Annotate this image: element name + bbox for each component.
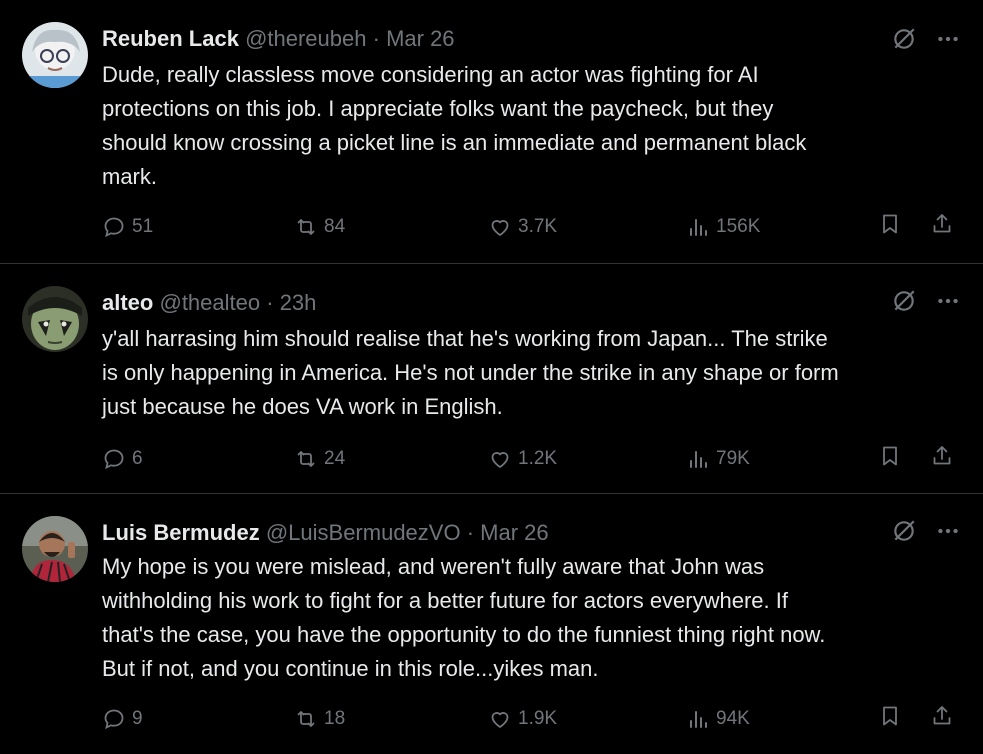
heart-icon — [491, 452, 509, 468]
more-icon[interactable] — [935, 288, 961, 314]
tweet-header: Reuben Lack @thereubeh · Mar 26 — [102, 24, 455, 54]
like-count: 1.2K — [518, 448, 558, 469]
share-button[interactable] — [930, 704, 954, 728]
tweet-3[interactable]: Luis Bermudez @LuisBermudezVO · Mar 26 M… — [0, 494, 983, 754]
avatar-image — [22, 286, 88, 352]
heart-icon — [491, 220, 509, 236]
bookmark-icon — [883, 706, 897, 726]
tweet-text: My hope is you were mislead, and weren't… — [102, 554, 826, 681]
header-icons — [891, 26, 961, 52]
avatar[interactable] — [22, 22, 88, 88]
speech-bubble-icon — [104, 217, 124, 238]
tweet-text: y'all harrasing him should realise that … — [102, 326, 839, 419]
timestamp[interactable]: Mar 26 — [386, 26, 454, 51]
action-bar: 51 84 3.7K 156K — [102, 212, 962, 242]
separator-dot: · — [372, 26, 380, 51]
display-name[interactable]: Luis Bermudez — [102, 520, 260, 545]
views-button[interactable]: 94K — [686, 704, 750, 734]
repost-count: 18 — [324, 708, 346, 729]
grok-icon[interactable] — [891, 26, 917, 52]
like-button[interactable]: 1.2K — [488, 444, 557, 474]
share-button[interactable] — [930, 444, 954, 468]
action-bar: 9 18 1.9K 94K — [102, 704, 962, 734]
timestamp[interactable]: 23h — [280, 290, 317, 315]
like-count: 1.9K — [518, 708, 558, 729]
bar-chart-icon — [690, 219, 707, 236]
avatar-image — [22, 22, 88, 88]
tweet-header: alteo @thealteo · 23h — [102, 288, 316, 318]
like-count: 3.7K — [518, 216, 558, 237]
avatar[interactable] — [22, 516, 88, 582]
repost-button[interactable]: 84 — [294, 212, 345, 242]
repost-button[interactable]: 18 — [294, 704, 345, 734]
bookmark-button[interactable] — [878, 444, 902, 468]
like-button[interactable]: 1.9K — [488, 704, 557, 734]
heart-icon — [491, 712, 509, 728]
repost-count: 84 — [324, 216, 346, 237]
avatar[interactable] — [22, 286, 88, 352]
header-icons — [891, 288, 961, 314]
display-name[interactable]: alteo — [102, 290, 153, 315]
repost-arrows-icon — [297, 219, 315, 235]
views-count: 79K — [716, 448, 750, 469]
avatar-image — [22, 516, 88, 582]
reply-count: 9 — [132, 708, 143, 729]
tweet-1[interactable]: Reuben Lack @thereubeh · Mar 26 Dude, re… — [0, 0, 983, 262]
repost-count: 24 — [324, 448, 346, 469]
bookmark-button[interactable] — [878, 212, 902, 236]
speech-bubble-icon — [104, 709, 124, 730]
views-count: 156K — [716, 216, 761, 237]
share-upload-icon — [933, 446, 951, 465]
more-icon[interactable] — [935, 26, 961, 52]
reply-button[interactable]: 51 — [102, 212, 153, 242]
grok-icon[interactable] — [891, 518, 917, 544]
repost-arrows-icon — [297, 711, 315, 727]
separator-dot: · — [466, 520, 475, 545]
bar-chart-icon — [690, 711, 707, 728]
tweet-2[interactable]: alteo @thealteo · 23h y'all harrasing hi… — [0, 264, 983, 493]
separator-dot: · — [266, 290, 274, 315]
action-bar: 6 24 1.2K 79K — [102, 444, 962, 474]
more-icon[interactable] — [935, 518, 961, 544]
like-button[interactable]: 3.7K — [488, 212, 557, 242]
reply-count: 51 — [132, 216, 154, 237]
repost-button[interactable]: 24 — [294, 444, 345, 474]
tweet-header: Luis Bermudez @LuisBermudezVO · Mar 26 — [102, 518, 549, 548]
repost-arrows-icon — [297, 451, 315, 467]
bar-chart-icon — [690, 451, 707, 468]
user-handle[interactable]: @LuisBermudezVO — [266, 520, 461, 545]
reply-button[interactable]: 6 — [102, 444, 143, 474]
reply-button[interactable]: 9 — [102, 704, 143, 734]
share-button[interactable] — [930, 212, 954, 236]
grok-icon[interactable] — [891, 288, 917, 314]
views-count: 94K — [716, 708, 750, 729]
header-icons — [891, 518, 961, 544]
views-button[interactable]: 156K — [686, 212, 760, 242]
bookmark-button[interactable] — [878, 704, 902, 728]
user-handle[interactable]: @thealteo — [159, 290, 260, 315]
bookmark-icon — [883, 214, 897, 234]
speech-bubble-icon — [104, 449, 124, 470]
tweet-text: Dude, really classless move considering … — [102, 62, 807, 189]
timestamp[interactable]: Mar 26 — [480, 520, 548, 545]
reply-count: 6 — [132, 448, 143, 469]
share-upload-icon — [933, 706, 951, 725]
bookmark-icon — [883, 446, 897, 466]
views-button[interactable]: 79K — [686, 444, 750, 474]
user-handle[interactable]: @thereubeh — [245, 26, 366, 51]
share-upload-icon — [933, 214, 951, 233]
display-name[interactable]: Reuben Lack — [102, 26, 239, 51]
